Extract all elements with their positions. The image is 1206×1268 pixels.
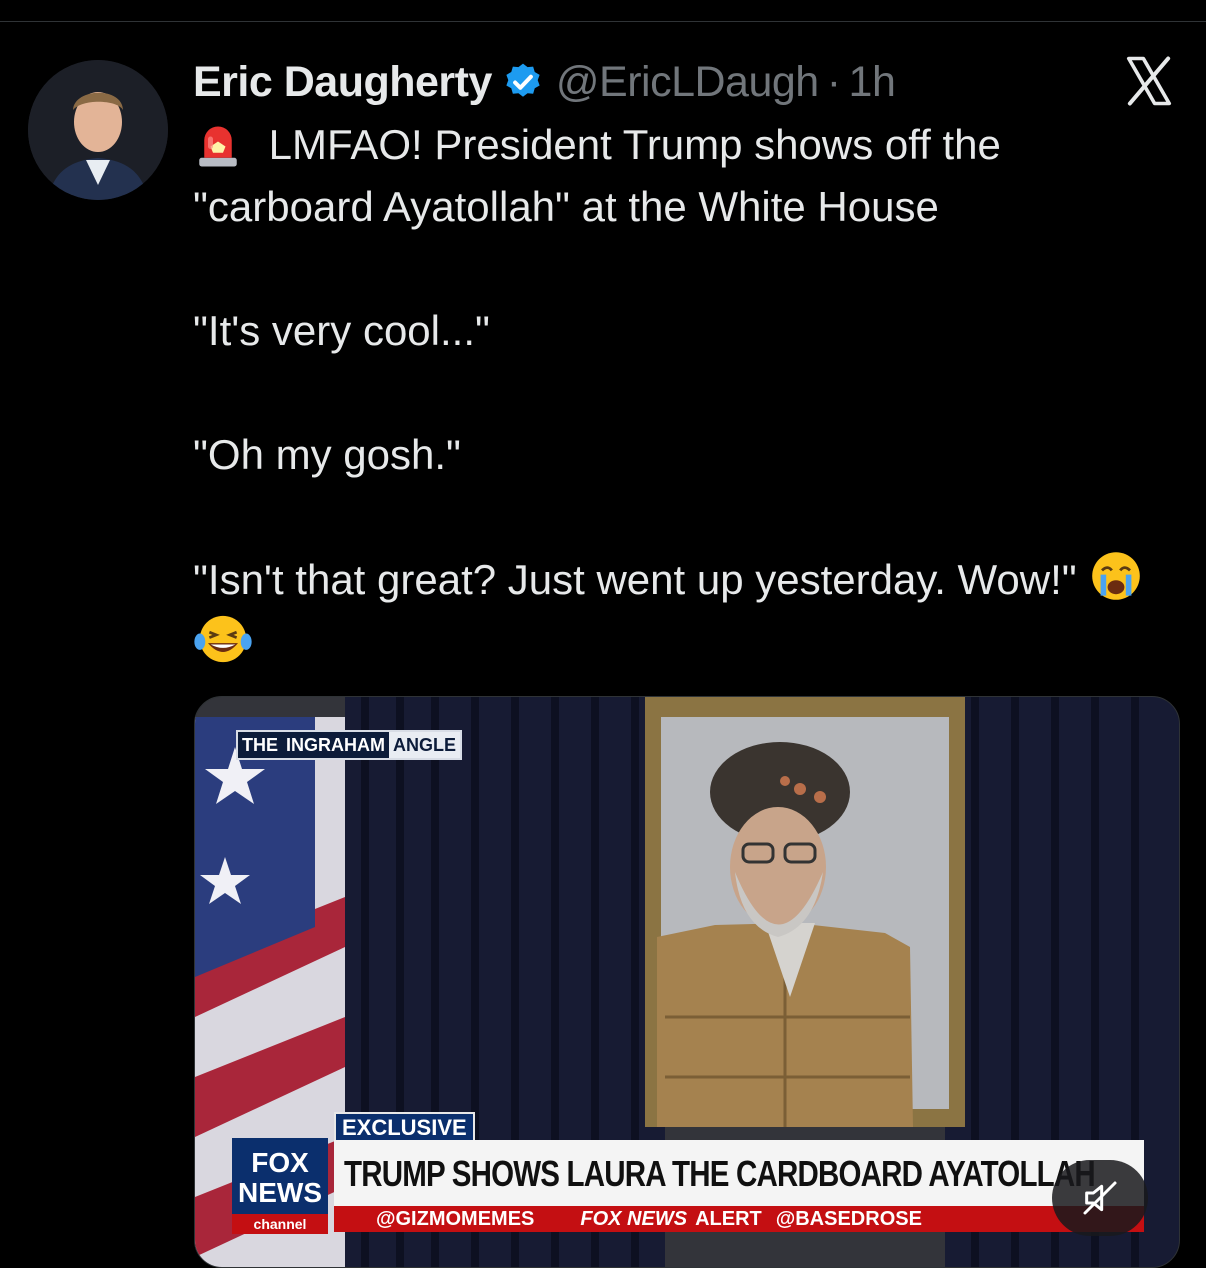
tweet-line-4-text: "Isn't that great? Just went up yesterda… bbox=[193, 556, 1077, 603]
tweet-line-3: "Oh my gosh." bbox=[193, 431, 461, 478]
logo-line-2: NEWS bbox=[238, 1177, 322, 1208]
headline-text: TRUMP SHOWS LAURA THE CARDBOARD AYATOLLA… bbox=[344, 1153, 1096, 1194]
timestamp[interactable]: 1h bbox=[849, 58, 896, 107]
mute-button[interactable] bbox=[1052, 1160, 1148, 1236]
separator-dot: · bbox=[826, 57, 841, 106]
logo-line-3: channel bbox=[254, 1216, 307, 1232]
news-ticker: @GIZMOMEMES FOX NEWS ALERT @BASEDROSE bbox=[334, 1206, 1144, 1232]
show-name-b: INGRAHAM bbox=[286, 735, 385, 755]
verified-badge-icon bbox=[506, 63, 540, 97]
ticker-item-1: @GIZMOMEMES bbox=[376, 1207, 535, 1230]
ticker-item-4: @BASEDROSE bbox=[775, 1207, 922, 1230]
top-divider bbox=[0, 21, 1206, 22]
muted-speaker-icon bbox=[1083, 1181, 1117, 1215]
logo-line-1: FOX bbox=[251, 1147, 309, 1178]
tweet-body: LMFAO! President Trump shows off the "ca… bbox=[193, 114, 1183, 674]
tweet-line-1: LMFAO! President Trump shows off the "ca… bbox=[193, 114, 1183, 238]
author-name[interactable]: Eric Daugherty bbox=[193, 58, 492, 107]
avatar[interactable] bbox=[28, 60, 168, 200]
author-handle[interactable]: @EricLDaugh bbox=[556, 58, 819, 107]
tweet-line-1-text: LMFAO! President Trump shows off the "ca… bbox=[193, 121, 1001, 230]
tweet-line-4: "Isn't that great? Just went up yesterda… bbox=[193, 548, 1183, 674]
crying-emoji bbox=[1092, 552, 1141, 600]
tweet-header: Eric Daugherty @EricLDaugh · 1h bbox=[193, 54, 896, 110]
show-name-c: ANGLE bbox=[389, 732, 460, 758]
x-close-icon[interactable] bbox=[1122, 54, 1176, 108]
laughing-emoji bbox=[194, 615, 252, 663]
show-tag: THE INGRAHAM ANGLE bbox=[236, 730, 462, 760]
fox-news-logo: FOX NEWS channel bbox=[232, 1138, 328, 1234]
ticker-item-2: FOX NEWS bbox=[580, 1207, 688, 1230]
ticker-item-3: ALERT bbox=[695, 1207, 762, 1230]
show-name-a: THE bbox=[242, 735, 278, 755]
police-light-emoji bbox=[199, 126, 237, 167]
tweet-line-2: "It's very cool..." bbox=[193, 307, 490, 354]
